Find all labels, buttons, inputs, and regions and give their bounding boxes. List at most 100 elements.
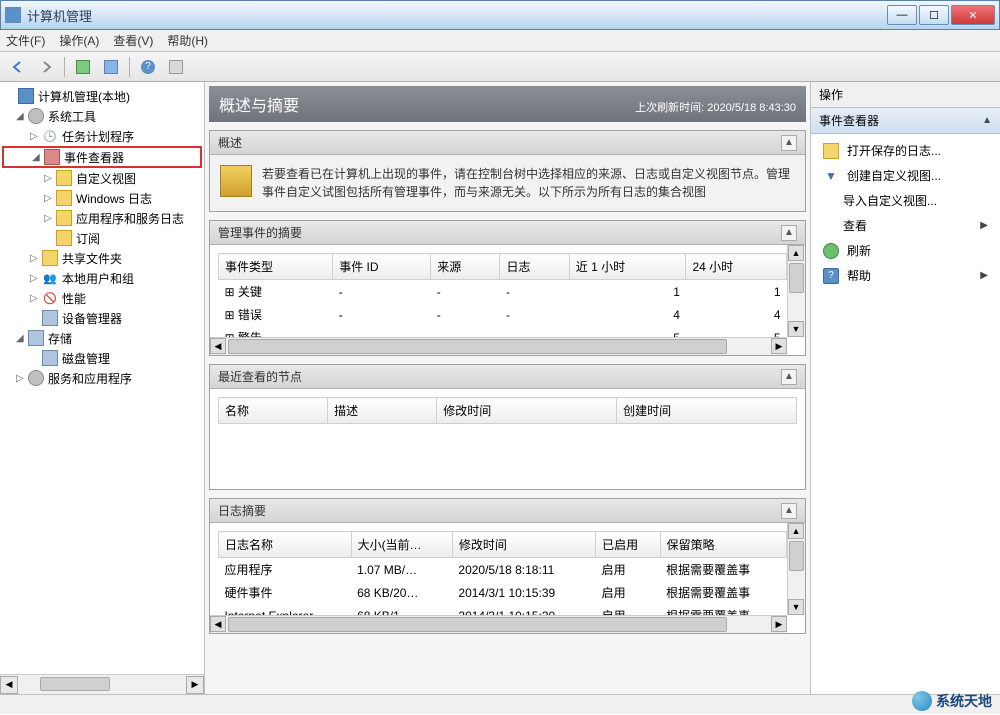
menu-help[interactable]: 帮助(H) [167,32,208,49]
recent-table: 名称 描述 修改时间 创建时间 [218,397,797,424]
close-button[interactable]: ✕ [951,5,995,25]
summary-table: 事件类型 事件 ID 来源 日志 近 1 小时 24 小时 ⊞ 关键---11 … [218,253,787,349]
scroll-up-icon[interactable]: ▲ [788,245,804,261]
scroll-thumb[interactable] [40,677,110,691]
scroll-left-icon[interactable]: ◀ [0,676,18,694]
folder-icon [56,230,72,246]
overview-panel: 概述▲ 若要查看已在计算机上出现的事件，请在控制台树中选择相应的来源、日志或自定… [209,130,806,212]
hscrollbar[interactable]: ◀▶ [210,615,787,633]
recent-head[interactable]: 最近查看的节点▲ [210,365,805,389]
collapse-icon[interactable]: ▲ [781,369,797,385]
scroll-thumb[interactable] [789,263,804,293]
tree-app-service-logs[interactable]: ▷应用程序和服务日志 [2,208,202,228]
logsum-panel: 日志摘要▲ 日志名称 大小(当前… 修改时间 已启用 保留策略 应用程序1.07… [209,498,806,634]
col-h1[interactable]: 近 1 小时 [569,254,686,280]
action-view[interactable]: 查看▶ [811,213,1000,238]
toolbar-btn-2[interactable] [99,55,123,79]
tree-subscriptions[interactable]: 订阅 [2,228,202,248]
toolbar-btn-1[interactable] [71,55,95,79]
scroll-left-icon[interactable]: ◀ [210,616,226,632]
tree-system-tools[interactable]: ◢系统工具 [2,106,202,126]
table-row[interactable]: 应用程序1.07 MB/…2020/5/18 8:18:11启用根据需要覆盖事 [219,558,787,582]
col-log[interactable]: 日志 [500,254,569,280]
table-header-row: 名称 描述 修改时间 创建时间 [219,398,797,424]
tree-services-apps[interactable]: ▷服务和应用程序 [2,368,202,388]
scroll-right-icon[interactable]: ▶ [771,338,787,354]
toolbar-separator [64,57,65,77]
tree-performance[interactable]: ▷🚫性能 [2,288,202,308]
vscrollbar[interactable]: ▲▼ [787,245,805,337]
scroll-down-icon[interactable]: ▼ [788,599,804,615]
folder-icon [56,190,72,206]
toolbar-btn-3[interactable] [164,55,188,79]
action-open-saved-log[interactable]: 打开保存的日志... [811,138,1000,163]
action-create-custom-view[interactable]: ▼创建自定义视图... [811,163,1000,188]
table-row[interactable]: ⊞ 关键---11 [219,280,787,304]
collapse-icon[interactable]: ▲ [781,135,797,151]
menu-bar: 文件(F) 操作(A) 查看(V) 帮助(H) [0,30,1000,52]
logsum-head[interactable]: 日志摘要▲ [210,499,805,523]
tree-disk-management[interactable]: 磁盘管理 [2,348,202,368]
scroll-left-icon[interactable]: ◀ [210,338,226,354]
collapse-icon[interactable]: ▲ [781,503,797,519]
scroll-thumb[interactable] [228,339,727,354]
tools-icon [28,108,44,124]
action-help[interactable]: ?帮助▶ [811,263,1000,288]
overview-icon [220,165,252,197]
col-size[interactable]: 大小(当前… [351,532,452,558]
tree-windows-logs[interactable]: ▷Windows 日志 [2,188,202,208]
scroll-thumb[interactable] [789,541,804,571]
menu-file[interactable]: 文件(F) [6,32,45,49]
actions-section[interactable]: 事件查看器▲ [811,108,1000,134]
tree-storage[interactable]: ◢存储 [2,328,202,348]
col-modified[interactable]: 修改时间 [437,398,617,424]
action-import-custom-view[interactable]: 导入自定义视图... [811,188,1000,213]
col-name[interactable]: 名称 [219,398,328,424]
table-row[interactable]: 硬件事件68 KB/20…2014/3/1 10:15:39启用根据需要覆盖事 [219,581,787,604]
nav-back-button[interactable] [6,55,30,79]
action-refresh[interactable]: 刷新 [811,238,1000,263]
collapse-icon[interactable]: ▲ [982,115,992,126]
disk-icon [42,350,58,366]
scroll-down-icon[interactable]: ▼ [788,321,804,337]
scroll-up-icon[interactable]: ▲ [788,523,804,539]
table-row[interactable]: ⊞ 错误---44 [219,303,787,326]
col-source[interactable]: 来源 [431,254,500,280]
col-enabled[interactable]: 已启用 [596,532,661,558]
tree-local-users[interactable]: ▷👥本地用户和组 [2,268,202,288]
nav-forward-button[interactable] [34,55,58,79]
maximize-button[interactable]: ☐ [919,5,949,25]
scroll-thumb[interactable] [228,617,727,632]
collapse-icon[interactable]: ▲ [781,225,797,241]
hscrollbar[interactable]: ◀▶ [210,337,787,355]
tree-root[interactable]: 计算机管理(本地) [2,86,202,106]
col-h24[interactable]: 24 小时 [686,254,787,280]
refresh-icon [823,243,839,259]
tree-event-viewer[interactable]: ◢事件查看器 [2,146,202,168]
scroll-right-icon[interactable]: ▶ [771,616,787,632]
actions-list: 打开保存的日志... ▼创建自定义视图... 导入自定义视图... 查看▶ 刷新… [811,134,1000,292]
col-desc[interactable]: 描述 [328,398,437,424]
scroll-right-icon[interactable]: ▶ [186,676,204,694]
menu-action[interactable]: 操作(A) [59,32,99,49]
overview-head[interactable]: 概述▲ [210,131,805,155]
vscrollbar[interactable]: ▲▼ [787,523,805,615]
table-header-row: 事件类型 事件 ID 来源 日志 近 1 小时 24 小时 [219,254,787,280]
menu-view[interactable]: 查看(V) [113,32,153,49]
col-name[interactable]: 日志名称 [219,532,352,558]
tree-shared-folders[interactable]: ▷共享文件夹 [2,248,202,268]
help-icon[interactable]: ? [136,55,160,79]
minimize-button[interactable]: — [887,5,917,25]
folder-icon [56,210,72,226]
summary-head[interactable]: 管理事件的摘要▲ [210,221,805,245]
col-modified[interactable]: 修改时间 [452,532,595,558]
tree-task-scheduler[interactable]: ▷🕒任务计划程序 [2,126,202,146]
col-created[interactable]: 创建时间 [617,398,797,424]
col-policy[interactable]: 保留策略 [660,532,786,558]
tree-custom-views[interactable]: ▷自定义视图 [2,168,202,188]
col-type[interactable]: 事件类型 [219,254,333,280]
col-id[interactable]: 事件 ID [333,254,431,280]
tree-device-manager[interactable]: 设备管理器 [2,308,202,328]
open-log-icon [823,143,839,159]
tree-hscrollbar[interactable]: ◀ ▶ [0,674,204,694]
